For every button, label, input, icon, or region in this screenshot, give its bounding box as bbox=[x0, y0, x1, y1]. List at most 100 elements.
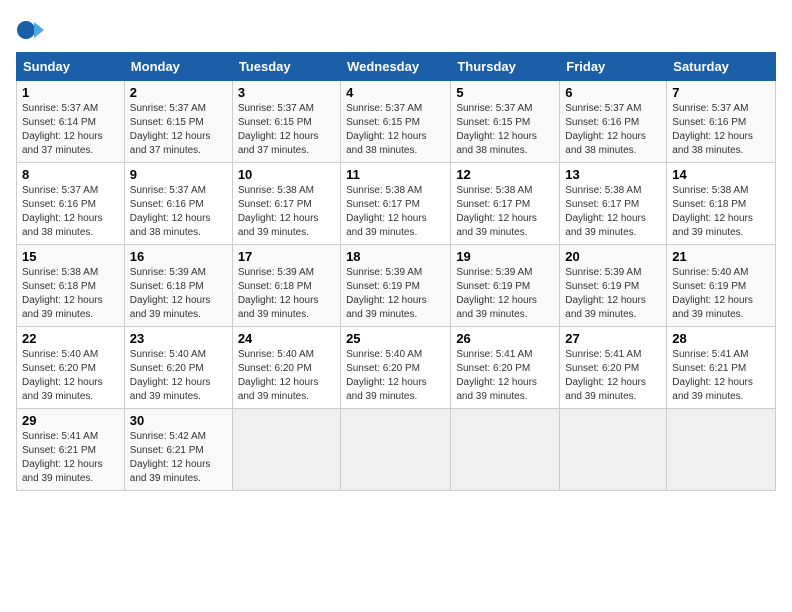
calendar-cell: 7 Sunrise: 5:37 AMSunset: 6:16 PMDayligh… bbox=[667, 81, 776, 163]
day-number: 27 bbox=[565, 331, 661, 346]
calendar-cell: 24 Sunrise: 5:40 AMSunset: 6:20 PMDaylig… bbox=[232, 327, 340, 409]
day-number: 3 bbox=[238, 85, 335, 100]
day-number: 17 bbox=[238, 249, 335, 264]
logo-icon bbox=[16, 16, 44, 44]
calendar-cell: 19 Sunrise: 5:39 AMSunset: 6:19 PMDaylig… bbox=[451, 245, 560, 327]
col-header-monday: Monday bbox=[124, 53, 232, 81]
day-detail: Sunrise: 5:40 AMSunset: 6:20 PMDaylight:… bbox=[130, 349, 211, 402]
calendar-cell: 3 Sunrise: 5:37 AMSunset: 6:15 PMDayligh… bbox=[232, 81, 340, 163]
day-number: 7 bbox=[672, 85, 770, 100]
day-number: 4 bbox=[346, 85, 445, 100]
col-header-wednesday: Wednesday bbox=[341, 53, 451, 81]
calendar-cell: 13 Sunrise: 5:38 AMSunset: 6:17 PMDaylig… bbox=[560, 163, 667, 245]
day-detail: Sunrise: 5:41 AMSunset: 6:20 PMDaylight:… bbox=[456, 349, 537, 402]
day-detail: Sunrise: 5:41 AMSunset: 6:21 PMDaylight:… bbox=[22, 431, 103, 484]
day-detail: Sunrise: 5:39 AMSunset: 6:19 PMDaylight:… bbox=[456, 267, 537, 320]
day-number: 15 bbox=[22, 249, 119, 264]
col-header-friday: Friday bbox=[560, 53, 667, 81]
day-detail: Sunrise: 5:38 AMSunset: 6:17 PMDaylight:… bbox=[565, 185, 646, 238]
day-detail: Sunrise: 5:39 AMSunset: 6:19 PMDaylight:… bbox=[565, 267, 646, 320]
day-detail: Sunrise: 5:37 AMSunset: 6:16 PMDaylight:… bbox=[672, 103, 753, 156]
day-detail: Sunrise: 5:38 AMSunset: 6:18 PMDaylight:… bbox=[22, 267, 103, 320]
day-detail: Sunrise: 5:42 AMSunset: 6:21 PMDaylight:… bbox=[130, 431, 211, 484]
day-detail: Sunrise: 5:37 AMSunset: 6:16 PMDaylight:… bbox=[565, 103, 646, 156]
day-detail: Sunrise: 5:40 AMSunset: 6:20 PMDaylight:… bbox=[238, 349, 319, 402]
day-detail: Sunrise: 5:37 AMSunset: 6:16 PMDaylight:… bbox=[22, 185, 103, 238]
calendar-cell: 25 Sunrise: 5:40 AMSunset: 6:20 PMDaylig… bbox=[341, 327, 451, 409]
day-detail: Sunrise: 5:39 AMSunset: 6:18 PMDaylight:… bbox=[130, 267, 211, 320]
day-number: 28 bbox=[672, 331, 770, 346]
day-number: 9 bbox=[130, 167, 227, 182]
day-number: 16 bbox=[130, 249, 227, 264]
day-number: 24 bbox=[238, 331, 335, 346]
calendar-cell: 1 Sunrise: 5:37 AMSunset: 6:14 PMDayligh… bbox=[17, 81, 125, 163]
day-detail: Sunrise: 5:37 AMSunset: 6:15 PMDaylight:… bbox=[456, 103, 537, 156]
calendar-cell: 28 Sunrise: 5:41 AMSunset: 6:21 PMDaylig… bbox=[667, 327, 776, 409]
calendar-cell bbox=[341, 409, 451, 491]
day-number: 11 bbox=[346, 167, 445, 182]
day-number: 13 bbox=[565, 167, 661, 182]
day-detail: Sunrise: 5:40 AMSunset: 6:20 PMDaylight:… bbox=[346, 349, 427, 402]
day-detail: Sunrise: 5:39 AMSunset: 6:18 PMDaylight:… bbox=[238, 267, 319, 320]
day-number: 19 bbox=[456, 249, 554, 264]
calendar-cell: 30 Sunrise: 5:42 AMSunset: 6:21 PMDaylig… bbox=[124, 409, 232, 491]
calendar-cell: 5 Sunrise: 5:37 AMSunset: 6:15 PMDayligh… bbox=[451, 81, 560, 163]
day-detail: Sunrise: 5:38 AMSunset: 6:18 PMDaylight:… bbox=[672, 185, 753, 238]
day-number: 5 bbox=[456, 85, 554, 100]
calendar-cell: 2 Sunrise: 5:37 AMSunset: 6:15 PMDayligh… bbox=[124, 81, 232, 163]
day-detail: Sunrise: 5:41 AMSunset: 6:21 PMDaylight:… bbox=[672, 349, 753, 402]
calendar-cell: 22 Sunrise: 5:40 AMSunset: 6:20 PMDaylig… bbox=[17, 327, 125, 409]
day-detail: Sunrise: 5:37 AMSunset: 6:15 PMDaylight:… bbox=[238, 103, 319, 156]
calendar-cell: 18 Sunrise: 5:39 AMSunset: 6:19 PMDaylig… bbox=[341, 245, 451, 327]
calendar-cell: 9 Sunrise: 5:37 AMSunset: 6:16 PMDayligh… bbox=[124, 163, 232, 245]
day-detail: Sunrise: 5:38 AMSunset: 6:17 PMDaylight:… bbox=[238, 185, 319, 238]
day-number: 1 bbox=[22, 85, 119, 100]
day-number: 20 bbox=[565, 249, 661, 264]
calendar-cell: 17 Sunrise: 5:39 AMSunset: 6:18 PMDaylig… bbox=[232, 245, 340, 327]
calendar-cell bbox=[560, 409, 667, 491]
day-detail: Sunrise: 5:40 AMSunset: 6:20 PMDaylight:… bbox=[22, 349, 103, 402]
day-number: 23 bbox=[130, 331, 227, 346]
calendar-cell: 26 Sunrise: 5:41 AMSunset: 6:20 PMDaylig… bbox=[451, 327, 560, 409]
day-number: 30 bbox=[130, 413, 227, 428]
calendar-cell bbox=[451, 409, 560, 491]
calendar-cell: 12 Sunrise: 5:38 AMSunset: 6:17 PMDaylig… bbox=[451, 163, 560, 245]
day-detail: Sunrise: 5:40 AMSunset: 6:19 PMDaylight:… bbox=[672, 267, 753, 320]
day-number: 22 bbox=[22, 331, 119, 346]
day-number: 29 bbox=[22, 413, 119, 428]
day-detail: Sunrise: 5:41 AMSunset: 6:20 PMDaylight:… bbox=[565, 349, 646, 402]
calendar-cell: 23 Sunrise: 5:40 AMSunset: 6:20 PMDaylig… bbox=[124, 327, 232, 409]
day-number: 10 bbox=[238, 167, 335, 182]
calendar-cell: 4 Sunrise: 5:37 AMSunset: 6:15 PMDayligh… bbox=[341, 81, 451, 163]
calendar-cell bbox=[667, 409, 776, 491]
header bbox=[16, 16, 776, 44]
calendar-table: SundayMondayTuesdayWednesdayThursdayFrid… bbox=[16, 52, 776, 491]
day-detail: Sunrise: 5:37 AMSunset: 6:16 PMDaylight:… bbox=[130, 185, 211, 238]
calendar-cell: 27 Sunrise: 5:41 AMSunset: 6:20 PMDaylig… bbox=[560, 327, 667, 409]
col-header-thursday: Thursday bbox=[451, 53, 560, 81]
calendar-cell: 8 Sunrise: 5:37 AMSunset: 6:16 PMDayligh… bbox=[17, 163, 125, 245]
calendar-cell bbox=[232, 409, 340, 491]
day-number: 8 bbox=[22, 167, 119, 182]
day-number: 12 bbox=[456, 167, 554, 182]
calendar-cell: 16 Sunrise: 5:39 AMSunset: 6:18 PMDaylig… bbox=[124, 245, 232, 327]
day-detail: Sunrise: 5:37 AMSunset: 6:15 PMDaylight:… bbox=[346, 103, 427, 156]
calendar-cell: 20 Sunrise: 5:39 AMSunset: 6:19 PMDaylig… bbox=[560, 245, 667, 327]
day-number: 6 bbox=[565, 85, 661, 100]
day-detail: Sunrise: 5:39 AMSunset: 6:19 PMDaylight:… bbox=[346, 267, 427, 320]
day-detail: Sunrise: 5:37 AMSunset: 6:15 PMDaylight:… bbox=[130, 103, 211, 156]
calendar-cell: 6 Sunrise: 5:37 AMSunset: 6:16 PMDayligh… bbox=[560, 81, 667, 163]
day-number: 26 bbox=[456, 331, 554, 346]
col-header-saturday: Saturday bbox=[667, 53, 776, 81]
day-number: 21 bbox=[672, 249, 770, 264]
day-detail: Sunrise: 5:38 AMSunset: 6:17 PMDaylight:… bbox=[346, 185, 427, 238]
calendar-cell: 11 Sunrise: 5:38 AMSunset: 6:17 PMDaylig… bbox=[341, 163, 451, 245]
calendar-cell: 10 Sunrise: 5:38 AMSunset: 6:17 PMDaylig… bbox=[232, 163, 340, 245]
day-number: 2 bbox=[130, 85, 227, 100]
calendar-cell: 14 Sunrise: 5:38 AMSunset: 6:18 PMDaylig… bbox=[667, 163, 776, 245]
day-number: 25 bbox=[346, 331, 445, 346]
calendar-cell: 15 Sunrise: 5:38 AMSunset: 6:18 PMDaylig… bbox=[17, 245, 125, 327]
day-number: 18 bbox=[346, 249, 445, 264]
day-number: 14 bbox=[672, 167, 770, 182]
calendar-cell: 29 Sunrise: 5:41 AMSunset: 6:21 PMDaylig… bbox=[17, 409, 125, 491]
